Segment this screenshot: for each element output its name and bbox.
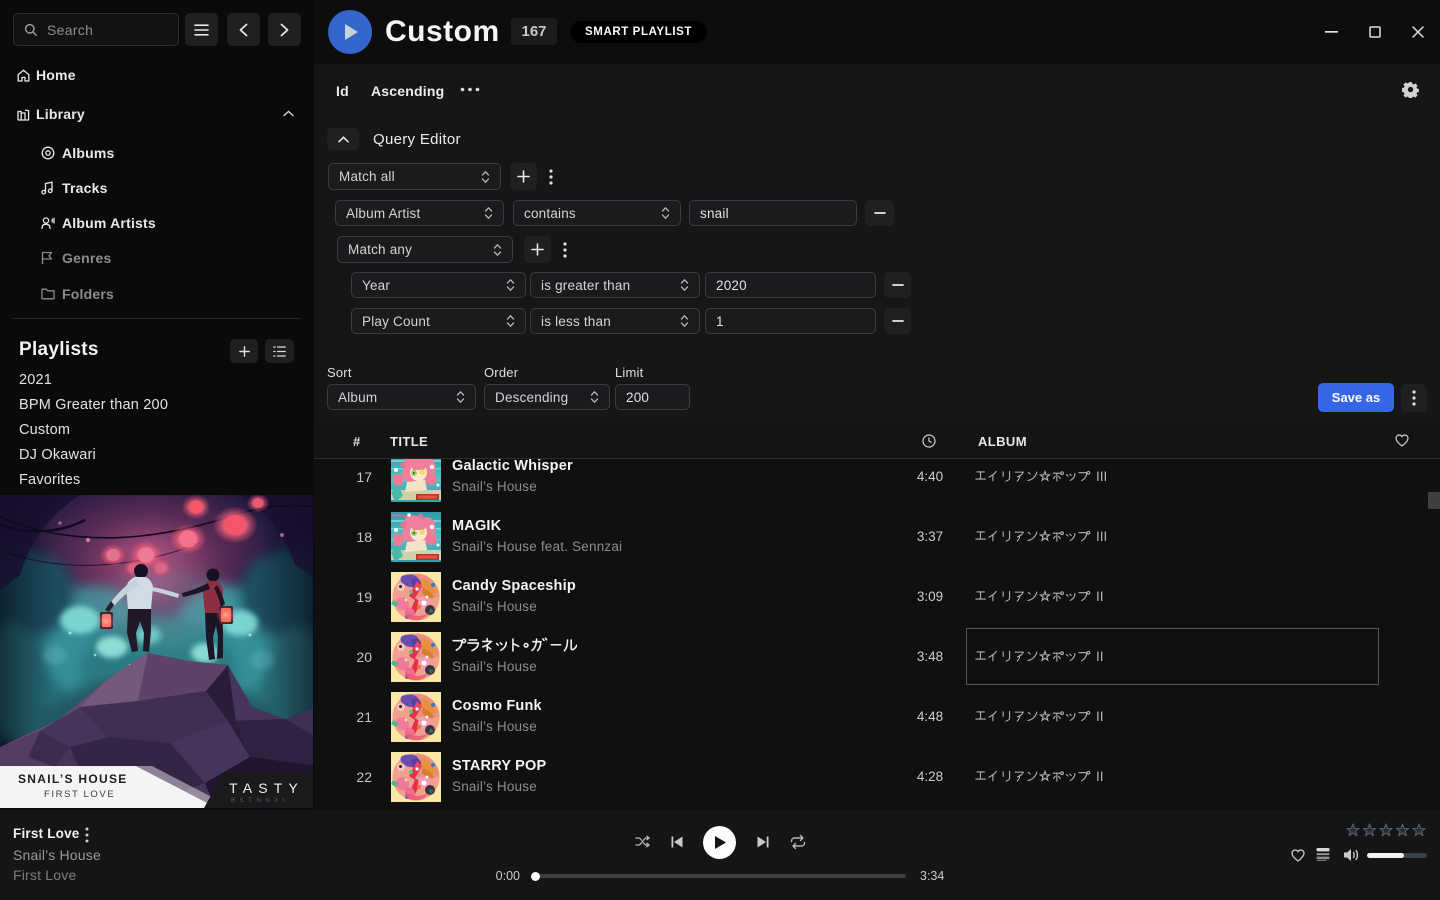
svg-text:FIRST LOVE: FIRST LOVE xyxy=(44,789,115,800)
svg-text:TASTY: TASTY xyxy=(229,780,304,796)
svg-text:BSTNNXI: BSTNNXI xyxy=(231,798,289,804)
svg-text:SNAIL’S HOUSE: SNAIL’S HOUSE xyxy=(18,772,128,786)
